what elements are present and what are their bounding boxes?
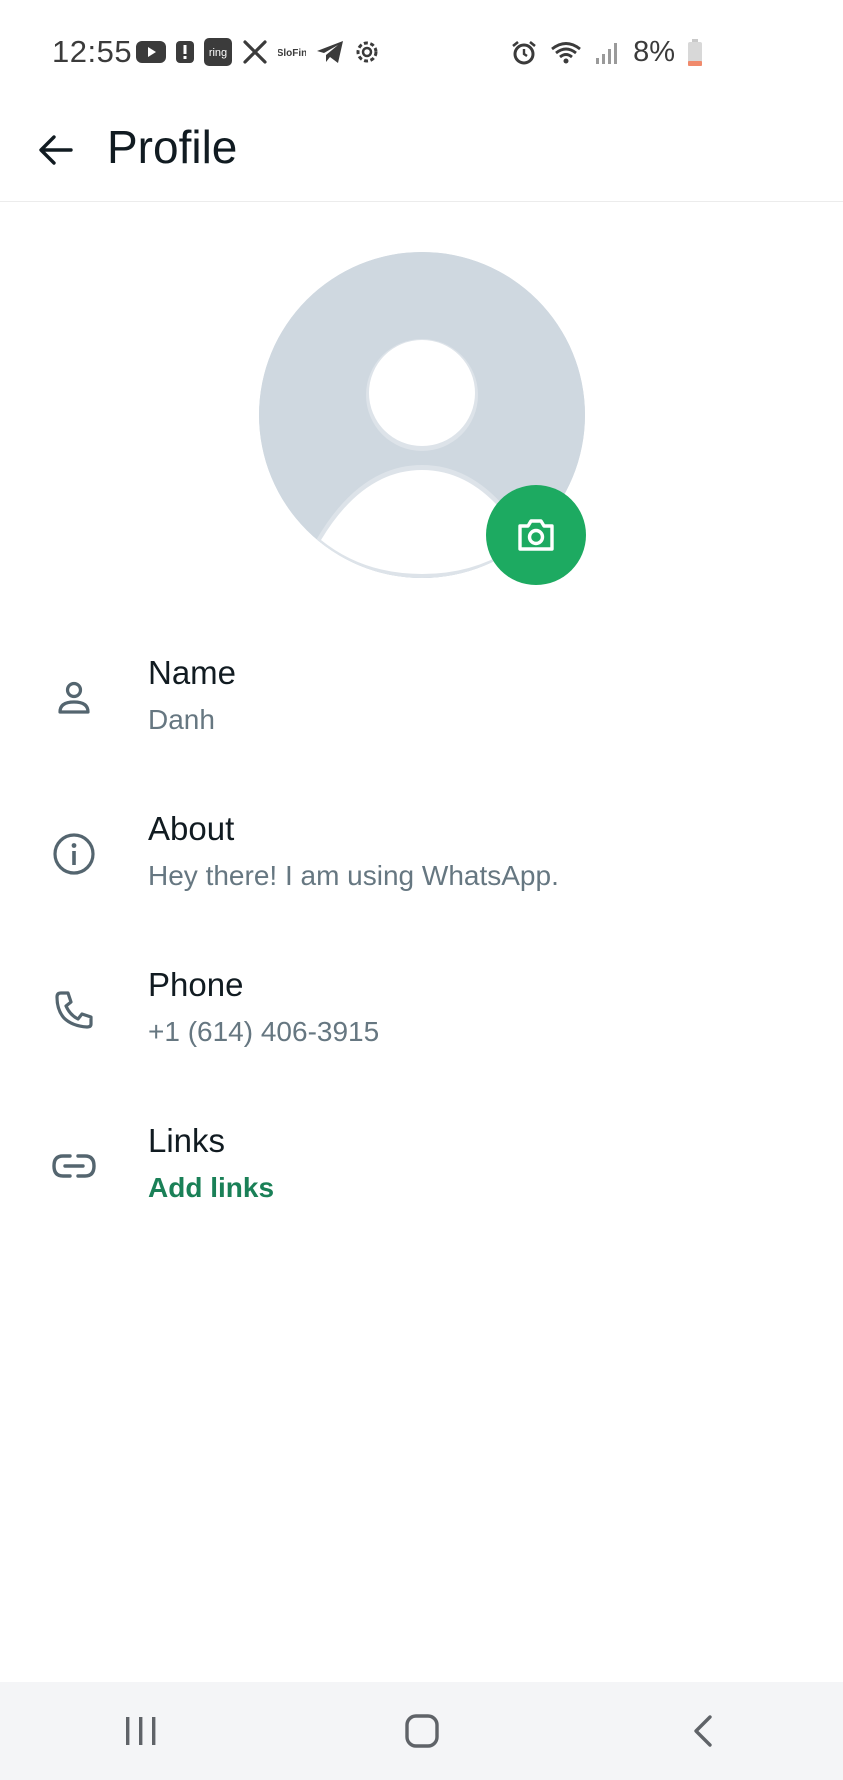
alert-icon	[176, 39, 194, 65]
links-label: Links	[148, 1122, 226, 1159]
recent-apps-button[interactable]	[86, 1691, 196, 1771]
battery-icon	[687, 38, 703, 67]
about-value: Hey there! I am using WhatsApp.	[148, 860, 559, 891]
back-button[interactable]	[28, 122, 84, 178]
status-time: 12:55	[52, 34, 133, 69]
phone-value: +1 (614) 406-3915	[148, 1016, 380, 1047]
about-row[interactable]: About Hey there! I am using WhatsApp.	[0, 796, 843, 916]
add-links-link[interactable]: Add links	[148, 1172, 274, 1204]
ring-icon: ring	[204, 38, 232, 66]
recent-apps-icon	[125, 1717, 155, 1745]
profile-screen: 12:55 ring SloFin 8% Profile Name Danh A…	[0, 0, 843, 1780]
info-icon	[46, 826, 102, 882]
telegram-icon	[316, 40, 344, 64]
x-icon	[242, 39, 268, 65]
name-label: Name	[148, 654, 237, 691]
notification-icons: ring SloFin	[136, 38, 380, 66]
slofin-text: SloFin	[278, 48, 306, 59]
system-icons: 8%	[511, 36, 703, 69]
wifi-icon	[549, 40, 583, 66]
slofin-icon: SloFin	[278, 42, 306, 62]
name-row[interactable]: Name Danh	[0, 640, 843, 760]
system-back-button[interactable]	[648, 1691, 758, 1771]
home-button[interactable]	[367, 1691, 477, 1771]
arrow-left-icon	[39, 135, 73, 165]
change-photo-button[interactable]	[486, 485, 586, 585]
about-label: About	[148, 810, 235, 847]
phone-row[interactable]: Phone +1 (614) 406-3915	[0, 952, 843, 1072]
ring-text: ring	[209, 47, 227, 59]
phone-icon	[46, 982, 102, 1038]
battery-percent: 8%	[633, 36, 675, 68]
page-title: Profile	[107, 121, 238, 173]
name-value: Danh	[148, 704, 215, 735]
system-nav-bar	[0, 1682, 843, 1780]
phone-label: Phone	[148, 966, 244, 1003]
status-bar: 12:55 ring SloFin 8%	[0, 0, 843, 100]
youtube-icon	[136, 41, 166, 63]
links-row[interactable]: Links Add links	[0, 1108, 843, 1228]
camera-icon	[518, 519, 554, 551]
alarm-icon	[511, 40, 537, 66]
home-icon	[404, 1714, 439, 1748]
back-icon	[693, 1715, 712, 1747]
settings-icon	[354, 39, 380, 65]
signal-icon	[595, 40, 621, 66]
link-icon	[46, 1138, 102, 1194]
person-icon	[46, 670, 102, 726]
app-bar: Profile	[0, 100, 843, 202]
